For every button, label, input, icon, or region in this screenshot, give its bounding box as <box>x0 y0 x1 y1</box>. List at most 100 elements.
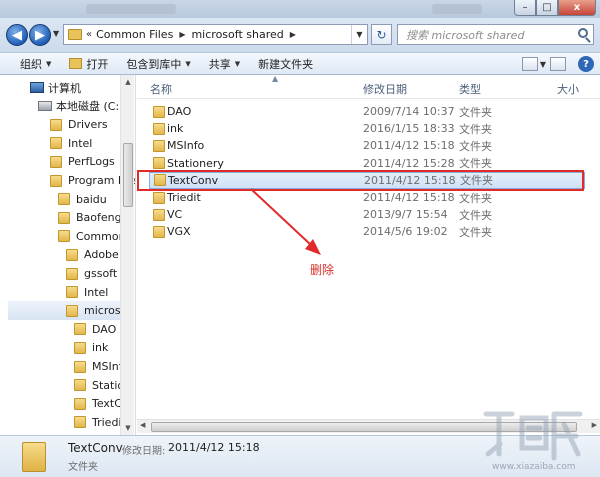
file-date: 2011/4/12 15:18 <box>363 191 455 204</box>
tree-item[interactable]: PerfLogs <box>50 152 115 171</box>
tree-item[interactable]: Intel <box>66 283 108 302</box>
folder-icon <box>22 442 46 472</box>
back-button[interactable]: ◀ <box>6 24 28 46</box>
column-header-name[interactable]: 名称 <box>150 81 172 97</box>
details-name: TextConv <box>68 441 123 455</box>
file-name: VC <box>167 208 183 222</box>
maximize-button[interactable]: □ <box>536 0 558 16</box>
column-header-size[interactable]: 大小 <box>557 81 579 97</box>
tree-item[interactable]: Adobe <box>66 245 119 264</box>
tree-item[interactable]: DAO <box>74 320 116 339</box>
tree-item-label: ink <box>92 341 109 355</box>
address-bar[interactable]: « Common Files ▶ microsoft shared ▶ ▼ <box>63 24 368 45</box>
watermark-text: www.xiazaiba.com <box>492 462 576 472</box>
file-type: 文件夹 <box>459 191 492 205</box>
folder-icon <box>74 397 86 410</box>
file-name: Triedit <box>167 191 201 204</box>
folder-icon <box>66 267 78 280</box>
file-name: VGX <box>167 225 191 239</box>
file-row[interactable]: VGX 2014/5/6 19:02 文件夹 <box>149 223 585 240</box>
breadcrumb-overflow[interactable]: « <box>86 29 92 40</box>
tree-item[interactable]: Baofeng <box>58 208 122 227</box>
new-folder-label: 新建文件夹 <box>258 57 314 71</box>
minimize-button[interactable]: – <box>514 0 536 16</box>
folder-icon <box>153 139 165 152</box>
file-name: Stationery <box>167 156 224 170</box>
folder-icon <box>153 225 165 238</box>
preview-pane-icon[interactable] <box>550 57 566 71</box>
scroll-up-icon[interactable]: ▲ <box>121 75 135 89</box>
share-menu[interactable]: 共享 ▼ <box>200 53 249 74</box>
file-list[interactable]: 名称 ▲ 修改日期 类型 大小 DAO 2009/7/14 10:37 文件夹 ink… <box>137 74 600 435</box>
breadcrumb-common-files[interactable]: Common Files <box>96 28 173 41</box>
scroll-down-icon[interactable]: ▼ <box>121 421 135 435</box>
column-header-type[interactable]: 类型 <box>459 81 481 97</box>
tree-item[interactable]: baidu <box>58 190 107 209</box>
sort-arrow-icon: ▲ <box>272 74 279 83</box>
tree-item-label: Drivers <box>68 118 108 132</box>
nav-vertical-scrollbar[interactable]: ▲ ▼ <box>120 75 134 435</box>
file-date: 2011/4/12 15:28 <box>363 156 455 170</box>
include-in-library-label: 包含到库中 <box>126 57 182 71</box>
recent-pages-dropdown-icon[interactable]: ▼ <box>53 29 59 38</box>
organize-menu[interactable]: 组织 ▼ <box>0 53 60 74</box>
close-button[interactable]: x <box>558 0 596 16</box>
tree-item[interactable]: Triedit <box>74 413 126 432</box>
address-dropdown-icon[interactable]: ▼ <box>351 25 367 44</box>
tree-item[interactable]: Drivers <box>50 115 108 134</box>
scroll-thumb[interactable] <box>123 143 133 207</box>
refresh-button[interactable]: ↻ <box>371 24 392 45</box>
include-in-library-menu[interactable]: 包含到库中 ▼ <box>117 53 199 74</box>
folder-icon <box>66 286 78 299</box>
change-view-icon[interactable] <box>521 57 538 71</box>
file-row[interactable]: Triedit 2011/4/12 15:18 文件夹 <box>149 189 585 206</box>
forward-button[interactable]: ▶ <box>29 24 51 46</box>
tree-item-label: Intel <box>84 285 109 299</box>
scroll-right-icon[interactable]: ▶ <box>592 421 597 429</box>
file-row[interactable]: VC 2013/9/7 15:54 文件夹 <box>149 206 585 223</box>
folder-icon <box>153 208 165 221</box>
folder-icon <box>74 416 86 429</box>
folder-icon <box>66 248 78 261</box>
open-button[interactable]: 打开 <box>60 53 117 74</box>
file-date: 2009/7/14 10:37 <box>363 105 455 118</box>
tree-item[interactable]: 计算机 <box>30 78 81 97</box>
folder-icon <box>50 137 62 150</box>
computer-icon <box>30 82 44 93</box>
tree-item-label: baidu <box>76 192 107 206</box>
tree-item[interactable]: Intel <box>50 134 92 153</box>
chevron-down-icon: ▼ <box>234 59 241 68</box>
help-icon[interactable]: ? <box>578 56 594 72</box>
annotation-label: 删除 <box>310 263 335 277</box>
tree-item[interactable]: microsof <box>8 301 131 321</box>
breadcrumb-separator-icon[interactable]: ▶ <box>290 30 296 39</box>
tree-item[interactable]: gssoft <box>66 264 117 283</box>
tree-item[interactable]: 本地磁盘 (C:) <box>38 97 123 116</box>
folder-icon <box>74 360 86 373</box>
scroll-left-icon[interactable]: ◀ <box>140 421 145 429</box>
tree-item-label: 本地磁盘 (C:) <box>56 100 124 114</box>
title-text-blurred <box>86 4 176 14</box>
file-row[interactable]: DAO 2009/7/14 10:37 文件夹 <box>149 103 585 120</box>
file-type: 文件夹 <box>459 157 492 171</box>
navigation-pane[interactable]: 计算机 本地磁盘 (C:) Drivers Intel PerfLogs Program … <box>0 75 136 435</box>
title-text-blurred-right <box>432 4 482 14</box>
view-controls: ▼ ? <box>518 56 594 72</box>
share-label: 共享 <box>208 57 231 71</box>
breadcrumb-microsoft-shared[interactable]: microsoft shared <box>191 28 283 41</box>
file-type: 文件夹 <box>459 208 492 222</box>
tree-item[interactable]: ink <box>74 338 108 357</box>
new-folder-button[interactable]: 新建文件夹 <box>249 53 322 74</box>
folder-icon <box>68 29 82 40</box>
column-header-row: 名称 ▲ 修改日期 类型 大小 <box>137 74 600 99</box>
tree-item-label: DAO <box>92 322 117 336</box>
search-input[interactable]: 搜索 microsoft shared <box>397 24 594 45</box>
watermark-logo <box>483 411 583 461</box>
chevron-down-icon[interactable]: ▼ <box>540 60 546 69</box>
file-row[interactable]: ink 2016/1/15 18:33 文件夹 <box>149 120 585 137</box>
file-date: 2014/5/6 19:02 <box>363 225 448 239</box>
breadcrumb-separator-icon[interactable]: ▶ <box>179 30 185 39</box>
file-type: 文件夹 <box>459 122 492 136</box>
column-header-modified[interactable]: 修改日期 <box>363 81 407 97</box>
file-row[interactable]: MSInfo 2011/4/12 15:18 文件夹 <box>149 137 585 154</box>
